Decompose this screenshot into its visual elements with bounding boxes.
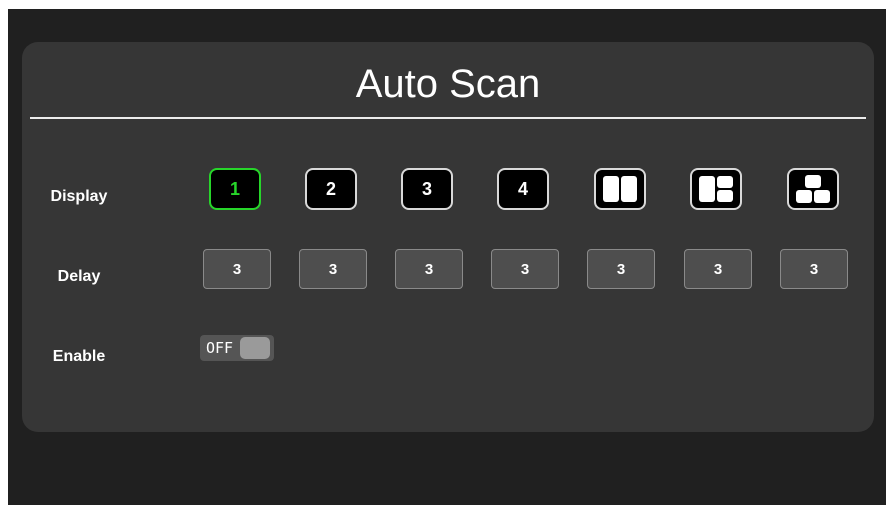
split-3-pyramid-icon xyxy=(796,175,830,203)
toggle-knob xyxy=(240,337,270,359)
enable-row-label: Enable xyxy=(52,348,106,365)
delay-value-7[interactable]: 3 xyxy=(780,249,848,289)
split-2-icon xyxy=(603,176,637,202)
display-channel-2-button[interactable]: 2 xyxy=(305,168,357,210)
split-3-icon xyxy=(699,176,733,202)
display-channel-1-button[interactable]: 1 xyxy=(209,168,261,210)
auto-scan-panel: Auto Scan Display Delay Enable 1 2 3 4 3… xyxy=(22,42,874,432)
delay-value-6[interactable]: 3 xyxy=(684,249,752,289)
display-split-3-pyramid-button[interactable] xyxy=(787,168,839,210)
delay-value-5[interactable]: 3 xyxy=(587,249,655,289)
delay-value-2[interactable]: 3 xyxy=(299,249,367,289)
delay-value-3[interactable]: 3 xyxy=(395,249,463,289)
display-split-2-button[interactable] xyxy=(594,168,646,210)
display-channel-3-button[interactable]: 3 xyxy=(401,168,453,210)
display-channel-4-button[interactable]: 4 xyxy=(497,168,549,210)
display-split-3-button[interactable] xyxy=(690,168,742,210)
screen: Auto Scan Display Delay Enable 1 2 3 4 3… xyxy=(8,9,886,505)
enable-toggle[interactable]: OFF xyxy=(200,335,274,361)
title-divider xyxy=(30,117,866,119)
delay-value-4[interactable]: 3 xyxy=(491,249,559,289)
delay-value-1[interactable]: 3 xyxy=(203,249,271,289)
enable-toggle-state: OFF xyxy=(206,339,234,357)
display-row-label: Display xyxy=(50,188,108,205)
delay-row-label: Delay xyxy=(57,268,101,285)
page-title: Auto Scan xyxy=(355,62,541,106)
